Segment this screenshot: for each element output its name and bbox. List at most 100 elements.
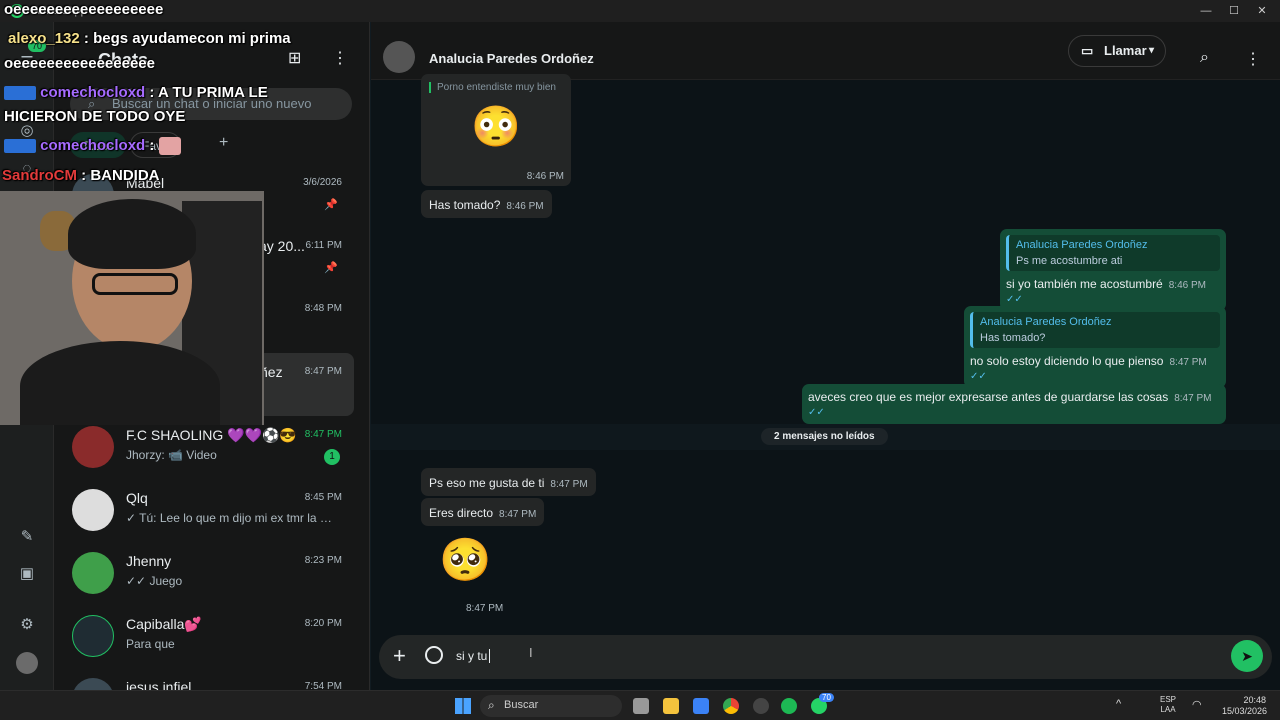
- overlay-line: comechocloxd : A TU PRIMA LE: [4, 84, 268, 101]
- person-glasses: [92, 273, 178, 295]
- chat-name: jesus infiel: [126, 679, 192, 690]
- minimize-button[interactable]: —: [1192, 3, 1220, 19]
- overlay-message: : BANDIDA: [81, 167, 160, 184]
- message-composer: + si y tu I ➤: [379, 635, 1272, 679]
- chat-time: 8:23 PM: [304, 555, 342, 566]
- pin-icon: 📌: [324, 199, 338, 211]
- message-out: Analucia Paredes Ordoñez Ps me acostumbr…: [1000, 229, 1226, 311]
- overlay-message: : begs ayudamecon mi prima: [83, 30, 291, 47]
- maximize-button[interactable]: ☐: [1220, 3, 1248, 19]
- spotify-icon[interactable]: [781, 698, 797, 714]
- quote-author: Analucia Paredes Ordoñez: [1016, 239, 1148, 251]
- chat-row[interactable]: F.C SHAOLING 💜💜⚽😎 Jhorzy: 📹 Video 8:47 P…: [54, 416, 368, 479]
- media-icon[interactable]: ▣: [16, 563, 38, 585]
- chat-preview: Jhorzy: 📹 Video: [126, 448, 217, 462]
- reply-snippet: Porno entendiste muy bien: [429, 82, 563, 93]
- menu-icon[interactable]: ⋮: [1245, 49, 1261, 69]
- overlay-username: SandroCM: [2, 167, 77, 184]
- person-shirt: [20, 341, 220, 425]
- task-view-icon[interactable]: [633, 698, 649, 714]
- conversation-header: Analucia Paredes Ordoñez ▭ Llamar ▾ ⌕ ⋮: [371, 22, 1280, 80]
- avatar: [72, 426, 114, 468]
- unread-divider-label: 2 mensajes no leídos: [761, 428, 888, 445]
- new-chat-icon[interactable]: ⊞: [288, 48, 301, 68]
- attach-plus-icon[interactable]: +: [393, 643, 406, 669]
- settings-icon[interactable]: ⚙: [16, 614, 38, 636]
- avatar: [72, 615, 114, 657]
- unread-divider: 2 mensajes no leídos: [371, 424, 1280, 450]
- double-check-icon: ✓✓: [808, 407, 825, 418]
- quoted-message[interactable]: Analucia Paredes Ordoñez Has tomado?: [970, 312, 1220, 348]
- add-filter-icon[interactable]: +: [219, 134, 228, 152]
- chat-name: Jhenny: [126, 553, 172, 569]
- start-icon[interactable]: [455, 698, 471, 714]
- contact-avatar[interactable]: [383, 41, 415, 73]
- chat-preview: ✓ Tú: Lee lo que m dijo mi ex tmr la M..…: [126, 511, 338, 525]
- message-out: Analucia Paredes Ordoñez Has tomado? no …: [964, 306, 1226, 388]
- chat-preview: Para que: [126, 637, 175, 651]
- call-label: Llamar: [1104, 43, 1147, 58]
- store-icon[interactable]: [693, 698, 709, 714]
- lang-code: ESP: [1160, 695, 1177, 704]
- text-cursor-icon: I: [529, 645, 533, 660]
- search-icon[interactable]: ⌕: [1200, 49, 1209, 67]
- quoted-message[interactable]: Analucia Paredes Ordoñez Ps me acostumbr…: [1006, 235, 1220, 271]
- chat-time: 8:20 PM: [304, 618, 342, 629]
- message-in: Porno entendiste muy bien 😳 8:46 PM: [421, 74, 571, 186]
- close-button[interactable]: ✕: [1248, 3, 1276, 19]
- message-time: 8:47 PM: [466, 603, 504, 614]
- profile-avatar[interactable]: [16, 652, 38, 674]
- quote-text: Has tomado?: [980, 332, 1046, 344]
- chevron-down-icon: ▾: [1149, 45, 1155, 56]
- chat-row[interactable]: Jhenny ✓✓ Juego 8:23 PM: [54, 542, 368, 605]
- chat-time: 8:45 PM: [304, 492, 342, 503]
- edit-icon[interactable]: ✎: [16, 526, 38, 548]
- contact-name[interactable]: Analucia Paredes Ordoñez: [429, 51, 594, 66]
- chat-name: Capiballa💕: [126, 616, 202, 632]
- message-text: Has tomado?: [429, 198, 501, 212]
- chat-name: ay 20...: [259, 238, 305, 254]
- message-text: no solo estoy diciendo lo que pienso: [970, 354, 1164, 368]
- overlay-username: comechocloxd: [40, 137, 146, 154]
- overlay-line: SandroCM : BANDIDA: [2, 167, 160, 184]
- call-button[interactable]: ▭ Llamar ▾: [1068, 35, 1166, 67]
- message-input[interactable]: si y tu: [456, 649, 491, 663]
- overlay-badges: [4, 86, 36, 101]
- sticker-icon[interactable]: [425, 646, 443, 664]
- menu-icon[interactable]: ⋮: [332, 48, 348, 68]
- app-icon[interactable]: [753, 698, 769, 714]
- emoji-flushed: 😳: [471, 105, 521, 149]
- chat-time: 8:47 PM: [304, 366, 342, 377]
- chat-time: 8:47 PM: [304, 429, 342, 440]
- chat-row[interactable]: jesus infiel 7:54 PM: [54, 668, 368, 690]
- chat-preview: ✓✓ Juego: [126, 574, 183, 588]
- overlay-username: comechocloxd: [40, 84, 146, 101]
- chat-name: Qlq: [126, 490, 148, 506]
- chat-time: 8:48 PM: [304, 303, 342, 314]
- video-call-icon: ▭: [1081, 43, 1094, 58]
- message-in: Ps eso me gusta de ti 8:47 PM: [421, 468, 596, 496]
- overlay-line: oeeeeeeeeeeeeeeeeee: [4, 1, 164, 18]
- message-text: Ps eso me gusta de ti: [429, 476, 545, 490]
- wifi-icon[interactable]: ◠: [1192, 698, 1202, 711]
- message-time: 8:46 PM: [506, 201, 544, 212]
- chat-time: 7:54 PM: [304, 681, 342, 690]
- tray-chevron-icon[interactable]: ^: [1116, 698, 1121, 710]
- file-explorer-icon[interactable]: [663, 698, 679, 714]
- overlay-badges: [4, 139, 36, 154]
- taskbar-search[interactable]: ⌕ Buscar: [480, 695, 622, 717]
- clock[interactable]: 20:48 15/03/2026: [1222, 695, 1267, 717]
- chat-row[interactable]: Qlq ✓ Tú: Lee lo que m dijo mi ex tmr la…: [54, 479, 368, 542]
- message-time: 8:47 PM: [550, 479, 588, 490]
- message-time: 8:47 PM: [499, 509, 537, 520]
- lang-indicator[interactable]: ESP LAA: [1160, 695, 1176, 715]
- chrome-icon[interactable]: [723, 698, 739, 714]
- overlay-line: alexo_132 : begs ayudamecon mi prima: [8, 30, 291, 47]
- taskbar-badge: 70: [819, 693, 834, 702]
- chat-row[interactable]: Capiballa💕 Para que 8:20 PM: [54, 605, 368, 668]
- avatar: [72, 678, 114, 690]
- send-button[interactable]: ➤: [1231, 640, 1263, 672]
- conversation-panel: Analucia Paredes Ordoñez ▭ Llamar ▾ ⌕ ⋮ …: [371, 22, 1280, 690]
- chat-time: 6:11 PM: [305, 240, 343, 251]
- message-text: aveces creo que es mejor expresarse ante…: [808, 390, 1169, 404]
